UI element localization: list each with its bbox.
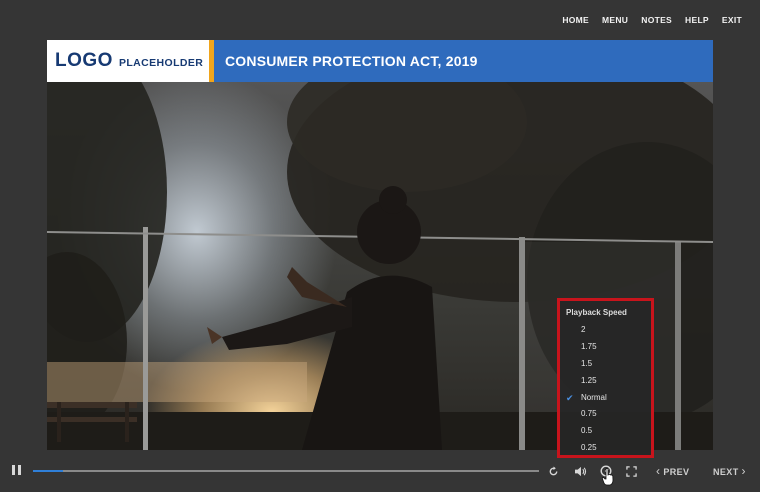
- speed-option-label: 0.25: [581, 443, 597, 453]
- playback-speed-menu: Playback Speed 2 1.75 1.5 1.25 ✔ Normal 0…: [557, 298, 654, 458]
- speed-option-2[interactable]: 2: [560, 322, 651, 339]
- player-controls: ‹ PREV NEXT ›: [0, 459, 760, 483]
- course-title: CONSUMER PROTECTION ACT, 2019: [225, 53, 478, 69]
- logo: LOGO PLACEHOLDER: [47, 40, 209, 82]
- seek-bar[interactable]: [33, 470, 539, 472]
- speed-option-1-5[interactable]: 1.5: [560, 356, 651, 373]
- top-navigation: HOME MENU NOTES HELP EXIT: [562, 15, 742, 25]
- chevron-right-icon: ›: [741, 464, 746, 478]
- speed-option-normal[interactable]: ✔ Normal: [560, 390, 651, 407]
- nav-exit[interactable]: EXIT: [722, 15, 742, 25]
- speed-options: 2 1.75 1.5 1.25 ✔ Normal 0.75 0.5 0.25: [560, 322, 651, 457]
- playback-speed-title: Playback Speed: [566, 308, 627, 317]
- pause-icon[interactable]: [12, 465, 21, 476]
- logo-main-text: LOGO: [55, 50, 113, 71]
- chevron-left-icon: ‹: [656, 464, 661, 478]
- speed-option-label: 2: [581, 325, 586, 334]
- next-label: NEXT: [713, 467, 739, 477]
- nav-notes[interactable]: NOTES: [641, 15, 672, 25]
- next-button[interactable]: NEXT ›: [713, 459, 746, 484]
- prev-button[interactable]: ‹ PREV: [656, 459, 689, 484]
- speed-option-0-75[interactable]: 0.75: [560, 406, 651, 423]
- course-header: LOGO PLACEHOLDER CONSUMER PROTECTION ACT…: [47, 40, 713, 82]
- speed-option-1-25[interactable]: 1.25: [560, 373, 651, 390]
- speed-option-label: 1.75: [581, 341, 597, 351]
- speed-option-label: 0.75: [581, 409, 597, 419]
- speed-option-0-5[interactable]: 0.5: [560, 423, 651, 440]
- hand-cursor-icon: [602, 468, 614, 486]
- nav-home[interactable]: HOME: [562, 15, 589, 25]
- nav-menu[interactable]: MENU: [602, 15, 628, 25]
- fullscreen-icon[interactable]: [626, 459, 637, 483]
- speed-option-1-75[interactable]: 1.75: [560, 339, 651, 356]
- speed-option-label: Normal: [581, 392, 607, 402]
- nav-help[interactable]: HELP: [685, 15, 709, 25]
- seek-progress: [33, 470, 64, 472]
- logo-sub-text: PLACEHOLDER: [118, 57, 204, 69]
- speed-option-0-25[interactable]: 0.25: [560, 440, 651, 457]
- speed-option-label: 1.5: [581, 358, 593, 368]
- prev-label: PREV: [663, 467, 690, 477]
- check-icon: ✔: [566, 392, 574, 403]
- speed-option-label: 0.5: [581, 426, 593, 436]
- speed-option-label: 1.25: [581, 375, 597, 385]
- volume-icon[interactable]: [574, 459, 587, 483]
- replay-icon[interactable]: [548, 459, 559, 483]
